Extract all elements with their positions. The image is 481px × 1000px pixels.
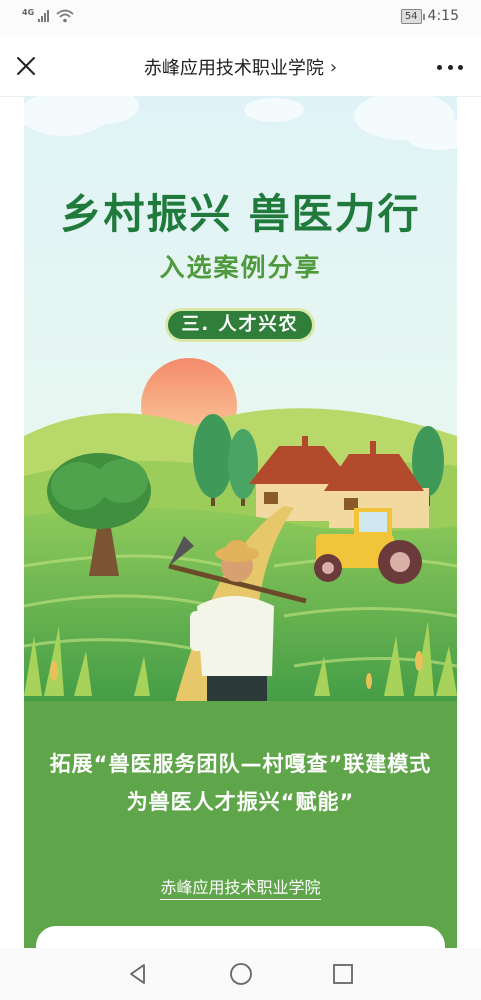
poster-title: 乡村振兴 兽医力行 (60, 190, 421, 238)
signal-icon (38, 10, 50, 22)
close-icon[interactable] (12, 52, 40, 80)
clock: 4:15 (427, 8, 459, 24)
recent-square-icon[interactable] (331, 962, 355, 986)
status-right: 54 4:15 (400, 8, 459, 24)
more-icon[interactable] (437, 54, 463, 80)
poster-source: 赤峰应用技术职业学院 (24, 874, 457, 900)
account-title-link[interactable]: 赤峰应用技术职业学院 › (90, 54, 391, 80)
home-circle-icon[interactable] (229, 962, 253, 986)
section-badge: 三. 人才兴农 (165, 308, 315, 342)
poster-subtitle: 入选案例分享 (159, 253, 322, 282)
content-card-top (36, 926, 445, 948)
nav-bar: 赤峰应用技术职业学院 › (0, 36, 481, 97)
status-bar: 4G 54 4:15 (0, 0, 481, 36)
battery-icon: 54 (400, 8, 425, 24)
poster-headline-line1: 拓展“兽医服务团队—村嘎查”联建模式 (49, 752, 432, 776)
wifi-icon (56, 9, 74, 23)
system-nav-bar (0, 948, 481, 1000)
source-link[interactable]: 赤峰应用技术职业学院 (160, 878, 321, 900)
chevron-right-icon: › (329, 56, 338, 78)
account-title: 赤峰应用技术职业学院 (143, 58, 324, 79)
status-left: 4G (22, 7, 74, 23)
poster-headline-line2: 为兽医人才振兴“赋能” (126, 790, 355, 814)
article-poster: 乡村振兴 兽医力行 入选案例分享 三. 人才兴农 拓展“兽医服务团队—村嘎查”联… (24, 96, 457, 948)
network-type: 4G (22, 7, 35, 17)
back-triangle-icon[interactable] (126, 962, 150, 986)
